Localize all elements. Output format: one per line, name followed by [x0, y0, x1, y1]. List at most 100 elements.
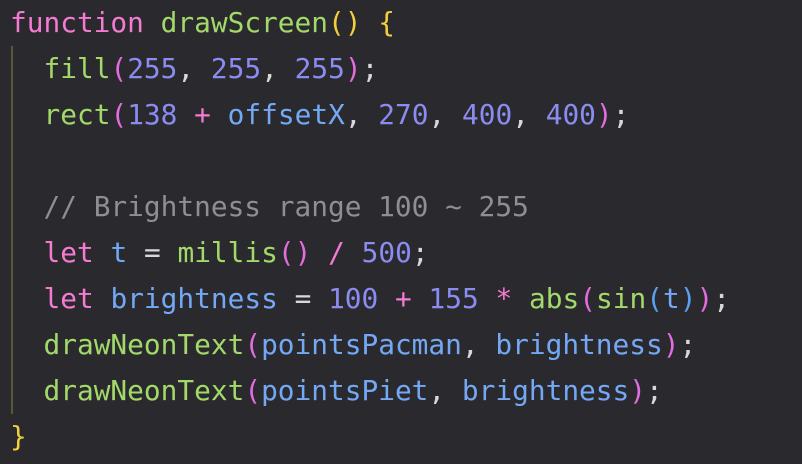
code-token: drawScreen [160, 6, 328, 39]
code-token: 100 [328, 282, 379, 315]
code-token: fill [43, 52, 111, 85]
code-line[interactable]: function drawScreen() { [0, 0, 802, 46]
code-token: brightness [461, 374, 630, 407]
code-token: ( [244, 328, 262, 361]
code-line[interactable]: drawNeonText(pointsPiet, brightness); [0, 368, 802, 414]
code-line[interactable]: let t = millis() / 500; [0, 230, 802, 276]
code-token: ; [646, 374, 663, 407]
code-token: t [662, 282, 680, 315]
code-token: 255 [127, 52, 178, 85]
code-token: { [378, 6, 395, 39]
code-line[interactable] [0, 138, 802, 184]
code-line[interactable]: rect(138 + offsetX, 270, 400, 400); [0, 92, 802, 138]
code-token: 400 [545, 98, 596, 131]
code-token: ( [244, 374, 262, 407]
code-token: , [428, 374, 462, 407]
code-token: 500 [361, 236, 412, 269]
code-token: pointsPacman [261, 328, 462, 361]
code-line[interactable]: } [0, 414, 802, 460]
code-token: sin [595, 282, 647, 315]
code-token: + [395, 282, 412, 315]
code-token: ) [696, 282, 714, 315]
code-token: = [143, 236, 161, 269]
code-token: 270 [378, 98, 429, 131]
code-token: brightness [110, 282, 278, 315]
code-token: = [294, 282, 312, 315]
code-token: ) [629, 374, 647, 407]
code-token: ( [646, 282, 663, 315]
code-token: offsetX [227, 98, 345, 131]
code-line[interactable]: // Brightness range 100 ~ 255 [0, 184, 802, 230]
code-token: rect [43, 98, 111, 131]
code-token: ( [579, 282, 596, 315]
code-token: abs [529, 282, 580, 315]
code-token: ) [595, 98, 613, 131]
code-token: , [461, 328, 496, 361]
code-token: () [277, 236, 312, 269]
code-token: drawNeonText [43, 328, 245, 361]
code-token: , [344, 98, 379, 131]
code-token: 400 [462, 98, 513, 131]
code-token: ( [110, 52, 128, 85]
code-token: ) [679, 282, 697, 315]
code-token: ; [713, 282, 730, 315]
code-editor[interactable]: function drawScreen() { fill(255, 255, 2… [0, 0, 802, 464]
code-token: drawNeonText [43, 374, 245, 407]
code-token: // Brightness range 100 ~ 255 [43, 190, 529, 223]
code-token: + [194, 98, 211, 131]
code-token: let [43, 236, 94, 269]
code-token: let [43, 282, 94, 315]
code-token: brightness [495, 328, 663, 361]
code-token: ; [679, 328, 697, 361]
code-line[interactable]: drawNeonText(pointsPacman, brightness); [0, 322, 802, 368]
code-token: / [328, 236, 345, 269]
code-token: ; [612, 98, 630, 131]
code-token: 138 [127, 98, 178, 131]
code-token: } [10, 420, 27, 453]
code-token: () [328, 6, 362, 39]
code-token: 155 [428, 282, 479, 315]
code-token: 255 [210, 52, 262, 85]
code-token: * [495, 282, 513, 315]
code-token: ; [411, 236, 429, 269]
code-token: , [428, 98, 462, 131]
code-token: ) [344, 52, 362, 85]
code-token: millis [177, 236, 278, 269]
code-token: ; [361, 52, 379, 85]
code-token: ) [662, 328, 680, 361]
code-token: t [110, 236, 128, 269]
code-lines[interactable]: function drawScreen() { fill(255, 255, 2… [0, 0, 802, 460]
code-token: , [512, 98, 546, 131]
code-token: ( [110, 98, 128, 131]
code-token: , [177, 52, 211, 85]
code-token: function [10, 6, 144, 39]
code-token: , [261, 52, 295, 85]
code-token: pointsPiet [261, 374, 429, 407]
code-line[interactable]: fill(255, 255, 255); [0, 46, 802, 92]
code-line[interactable]: let brightness = 100 + 155 * abs(sin(t))… [0, 276, 802, 322]
code-token: 255 [294, 52, 345, 85]
